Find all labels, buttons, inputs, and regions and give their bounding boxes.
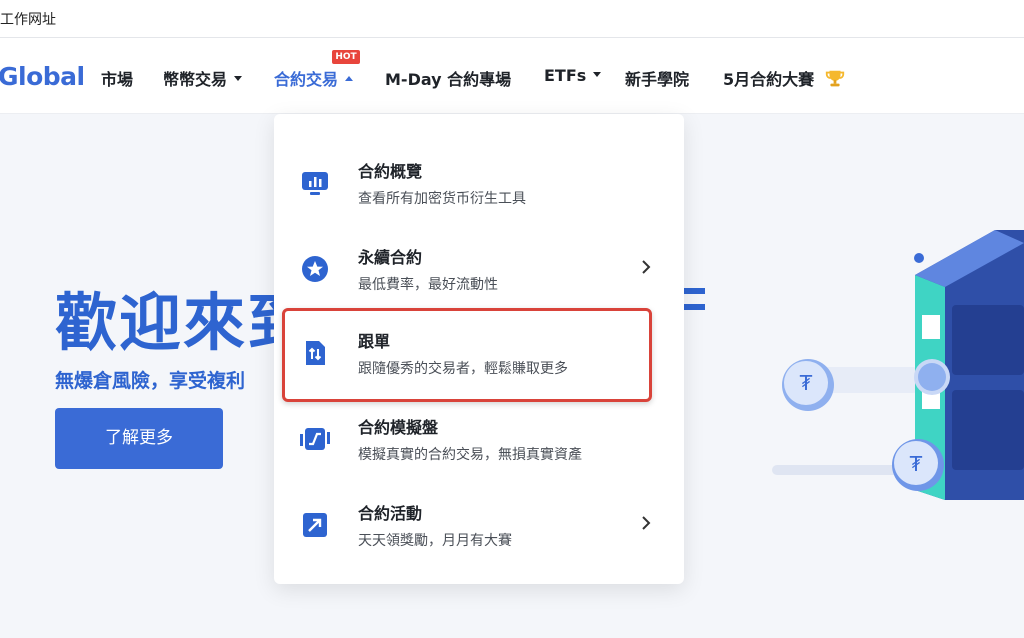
nav-contest[interactable]: 5月合約大賽 xyxy=(723,66,846,92)
svg-text:₮: ₮ xyxy=(800,371,813,395)
menu-item-description: 查看所有加密货币衍生工具 xyxy=(358,191,526,207)
swap-doc-icon xyxy=(306,341,325,365)
menu-item-description: 模擬真實的合約交易，無損真實資產 xyxy=(358,447,582,463)
chart-monitor-icon xyxy=(302,172,328,195)
menu-item-copy-trading[interactable]: 跟單 跟隨優秀的交易者，輕鬆賺取更多 xyxy=(274,314,684,394)
svg-text:₮: ₮ xyxy=(910,452,923,476)
chevron-down-icon xyxy=(593,72,602,77)
star-circle-icon xyxy=(302,256,328,282)
nav-academy-label: 新手學院 xyxy=(625,70,690,89)
menu-item-description: 跟隨優秀的交易者，輕鬆賺取更多 xyxy=(358,361,568,377)
nav-markets[interactable]: 市場 xyxy=(101,66,133,90)
site-logo[interactable]: Global xyxy=(0,62,85,91)
menu-item-title: 永續合約 xyxy=(358,248,423,267)
chevron-right-icon xyxy=(642,260,651,274)
menu-item-description: 最低費率，最好流動性 xyxy=(358,277,498,293)
nav-contest-label: 5月合約大賽 xyxy=(723,70,815,89)
nav-etfs-label: ETFs xyxy=(544,66,587,85)
menu-item-description: 天天領獎勵，月月有大賽 xyxy=(358,533,512,549)
menu-item-futures-overview[interactable]: 合約概覽 查看所有加密货币衍生工具 xyxy=(274,144,684,224)
nav-mday[interactable]: M-Day 合約專場 xyxy=(385,66,511,90)
bookmarks-bar: 工作网址 xyxy=(0,0,1024,38)
nav-spot-label: 幣幣交易 xyxy=(163,70,228,89)
menu-item-title: 合約模擬盤 xyxy=(358,418,439,437)
menu-item-simulation[interactable]: 合約模擬盤 模擬真實的合約交易，無損真實資產 xyxy=(274,400,684,480)
menu-item-title: 跟單 xyxy=(358,332,391,351)
chevron-up-icon xyxy=(345,76,354,81)
nav-spot-trading[interactable]: 幣幣交易 xyxy=(163,66,243,90)
hero-subtitle: 無爆倉風險，享受複利 xyxy=(55,370,246,392)
menu-item-perpetual[interactable]: 永續合約 最低費率，最好流動性 xyxy=(274,230,684,310)
hero-title: 歡迎來到 xyxy=(55,286,312,359)
chevron-right-icon xyxy=(642,516,651,530)
trophy-icon xyxy=(825,70,844,86)
menu-item-events[interactable]: 合約活動 天天領獎勵，月月有大賽 xyxy=(274,486,684,566)
futures-dropdown-menu: 合約概覽 查看所有加密货币衍生工具 永續合約 最低費率，最好流動性 跟單 跟隨優… xyxy=(274,114,684,584)
menu-item-title: 合約活動 xyxy=(358,504,423,523)
chevron-down-icon xyxy=(234,76,243,81)
crypto-server-illustration: ₮ ₮ xyxy=(772,230,1024,500)
simulation-icon xyxy=(300,428,330,450)
nav-futures-trading[interactable]: 合約交易 xyxy=(274,66,354,90)
nav-academy[interactable]: 新手學院 xyxy=(625,66,689,90)
nav-markets-label: 市場 xyxy=(101,70,134,89)
top-navbar: Global 市場 幣幣交易 HOT 合約交易 M-Day 合約專場 ETFs … xyxy=(0,38,1024,114)
nav-futures-label: 合約交易 xyxy=(274,70,339,89)
bookmark-folder[interactable]: 工作网址 xyxy=(0,9,56,29)
trend-arrow-icon xyxy=(303,513,327,537)
nav-etfs[interactable]: ETFs xyxy=(544,66,602,85)
learn-more-button[interactable]: 了解更多 xyxy=(55,408,223,469)
menu-item-title: 合約概覽 xyxy=(358,162,423,181)
hot-badge: HOT xyxy=(332,50,360,64)
nav-mday-label: M-Day 合約專場 xyxy=(385,70,512,89)
